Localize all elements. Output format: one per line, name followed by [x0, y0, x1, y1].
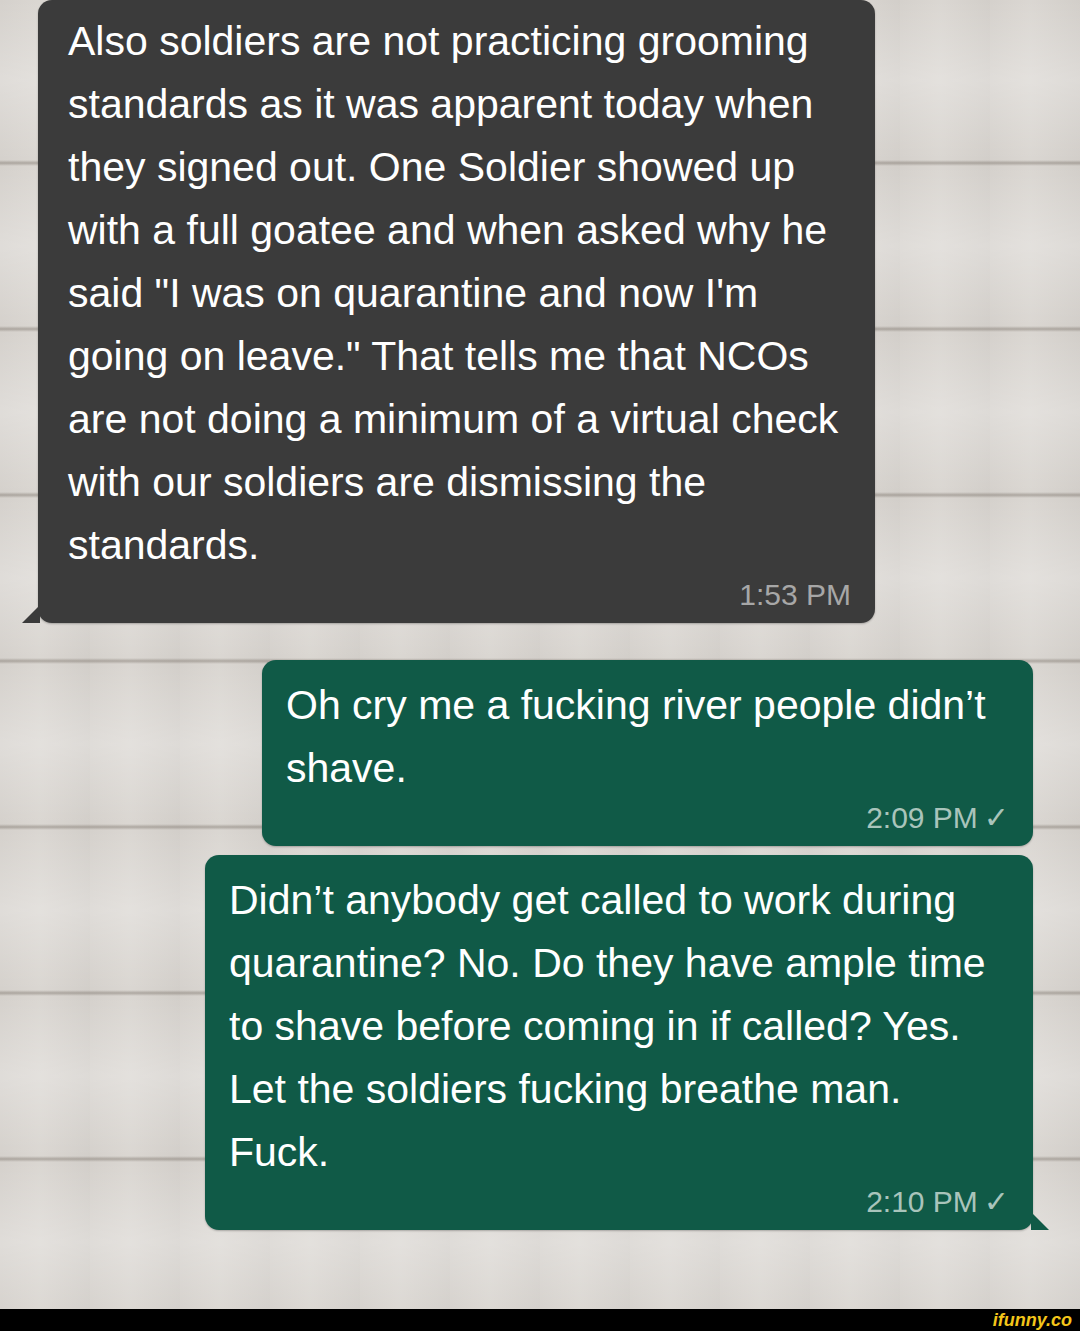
- read-check-icon: ✓: [984, 800, 1009, 836]
- screenshot: Also soldiers are not practicing groomin…: [0, 0, 1080, 1331]
- message-meta: 2:10 PM✓: [229, 1184, 1009, 1220]
- message-text: Also soldiers are not practicing groomin…: [68, 10, 851, 577]
- message-row: Also soldiers are not practicing groomin…: [0, 0, 1080, 623]
- message-time: 1:53 PM: [739, 577, 851, 613]
- ifunny-logo: ifunny.co: [993, 1310, 1072, 1330]
- message-row: Didn’t anybody get called to work during…: [0, 855, 1080, 1230]
- message-text: Didn’t anybody get called to work during…: [229, 869, 1009, 1184]
- message-time: 2:10 PM: [866, 1184, 978, 1220]
- message-row: Oh cry me a fucking river people didn’t …: [0, 660, 1080, 846]
- message-meta: 2:09 PM✓: [286, 800, 1009, 836]
- incoming-bubble[interactable]: Also soldiers are not practicing groomin…: [38, 0, 875, 623]
- chat-area: Also soldiers are not practicing groomin…: [0, 0, 1080, 1309]
- message-time: 2:09 PM: [866, 800, 978, 836]
- read-check-icon: ✓: [984, 1184, 1009, 1220]
- outgoing-bubble[interactable]: Oh cry me a fucking river people didn’t …: [262, 660, 1033, 846]
- message-meta: 1:53 PM: [68, 577, 851, 613]
- watermark-bar: ifunny.co: [0, 1309, 1080, 1331]
- outgoing-bubble[interactable]: Didn’t anybody get called to work during…: [205, 855, 1033, 1230]
- message-text: Oh cry me a fucking river people didn’t …: [286, 674, 1009, 800]
